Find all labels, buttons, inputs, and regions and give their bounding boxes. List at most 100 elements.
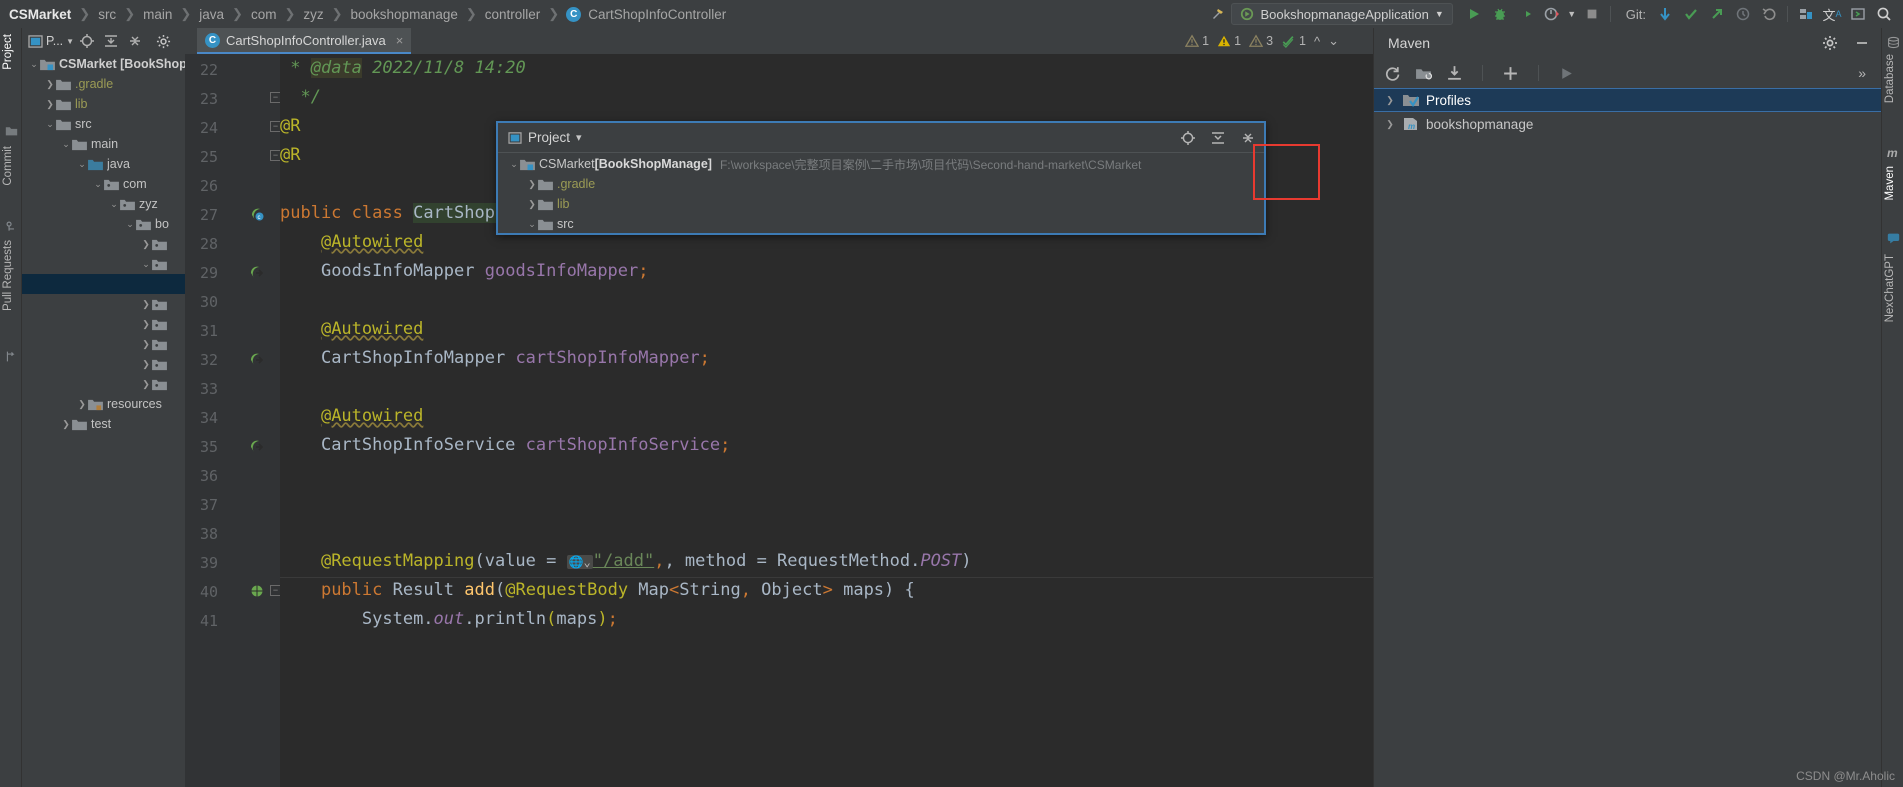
history-icon[interactable] bbox=[1730, 1, 1756, 27]
chevron-right-icon[interactable]: ❯ bbox=[140, 319, 152, 330]
download-sources-icon[interactable] bbox=[1446, 65, 1463, 82]
gear-icon[interactable] bbox=[152, 30, 174, 52]
web-method-icon[interactable] bbox=[249, 583, 265, 599]
breadcrumb-item-controller[interactable]: controller bbox=[484, 7, 542, 22]
breadcrumb-item-java[interactable]: java bbox=[198, 7, 225, 22]
popup-tree-row[interactable]: ❯ lib bbox=[498, 194, 1264, 214]
strip-label-pull-requests[interactable]: Pull Requests bbox=[2, 240, 14, 311]
popup-tree-row[interactable]: ⌄ CSMarket [BookShopManage] F:\workspace\完… bbox=[498, 154, 1264, 174]
code-line[interactable]: */ bbox=[280, 83, 320, 112]
code-line[interactable]: @Autowired bbox=[280, 228, 423, 257]
project-tree-row[interactable]: ⌄ bo bbox=[22, 214, 185, 234]
chevron-right-icon[interactable]: ❯ bbox=[526, 199, 538, 210]
minimize-icon[interactable] bbox=[1854, 35, 1870, 51]
bean-arrow-icon[interactable] bbox=[249, 264, 265, 280]
bean-arrow-icon[interactable] bbox=[249, 351, 265, 367]
code-line[interactable]: @Autowired bbox=[280, 402, 423, 431]
update-project-icon[interactable] bbox=[1652, 1, 1678, 27]
code-line[interactable]: @R bbox=[280, 112, 300, 141]
collapse-all-icon[interactable] bbox=[1210, 130, 1226, 146]
strip-label-commit[interactable]: Commit bbox=[2, 146, 14, 186]
strip-label-maven[interactable]: Maven bbox=[1884, 166, 1896, 201]
code-line[interactable]: public Result add(@RequestBody Map<Strin… bbox=[280, 576, 915, 605]
web-url-icon[interactable]: 🌐⌄ bbox=[566, 555, 593, 569]
more-icon[interactable]: » bbox=[1858, 65, 1866, 81]
chevron-down-icon[interactable]: ⌄ bbox=[508, 159, 520, 170]
chevron-down-icon[interactable]: ⌄ bbox=[92, 179, 104, 190]
maven-tree[interactable]: ❯ Profiles ❯ m bookshopmanage bbox=[1374, 88, 1882, 136]
chevron-right-icon[interactable]: ❯ bbox=[44, 99, 56, 110]
expand-all-icon[interactable] bbox=[100, 30, 122, 52]
code-line[interactable]: GoodsInfoMapper goodsInfoMapper; bbox=[280, 257, 649, 286]
chevron-right-icon[interactable]: ❯ bbox=[140, 239, 152, 250]
commit-icon[interactable] bbox=[1678, 1, 1704, 27]
chevron-down-icon[interactable]: ▾ bbox=[576, 131, 582, 144]
chevron-right-icon[interactable]: ❯ bbox=[44, 79, 56, 90]
project-tree-row[interactable]: ❯ bbox=[22, 314, 185, 334]
project-tree-row[interactable]: ❯ .gradle bbox=[22, 74, 185, 94]
project-tree-row[interactable]: ❯ bbox=[22, 294, 185, 314]
breadcrumb-item-current-class[interactable]: CartShopInfoController bbox=[587, 7, 727, 22]
breadcrumb-item-zyz[interactable]: zyz bbox=[302, 7, 324, 22]
collapse-all-icon[interactable] bbox=[124, 30, 146, 52]
grey-warning-indicator[interactable]: 1 bbox=[1185, 34, 1209, 48]
search-icon[interactable] bbox=[1871, 1, 1897, 27]
profiler-icon[interactable] bbox=[1539, 1, 1565, 27]
chevron-down-icon[interactable]: ▼ bbox=[1435, 9, 1444, 19]
editor-tab-cartshopinfocontroller[interactable]: C CartShopInfoController.java × bbox=[197, 28, 412, 54]
project-tree-row[interactable]: ❯ bbox=[22, 354, 185, 374]
chevron-down-icon[interactable]: ⌄ bbox=[526, 219, 538, 230]
reload-icon[interactable] bbox=[1384, 65, 1401, 82]
project-view-selector[interactable]: P... ▼ bbox=[28, 30, 74, 52]
chevron-down-icon[interactable]: ⌄ bbox=[108, 199, 120, 210]
chevron-down-icon[interactable]: ⌄ bbox=[140, 259, 152, 270]
breadcrumb-item-bookshopmanage[interactable]: bookshopmanage bbox=[350, 7, 459, 22]
chevron-down-icon[interactable]: ⌄ bbox=[124, 219, 136, 230]
project-tree-row[interactable]: ❯ bbox=[22, 334, 185, 354]
previous-problem-icon[interactable]: ^ bbox=[1314, 34, 1320, 49]
translate-icon[interactable]: 文A bbox=[1819, 1, 1845, 27]
terminal-icon[interactable] bbox=[1845, 1, 1871, 27]
project-tree-row[interactable] bbox=[22, 274, 185, 294]
chevron-right-icon[interactable]: ❯ bbox=[140, 379, 152, 390]
project-tree-row[interactable]: ❯ bbox=[22, 374, 185, 394]
add-maven-project-icon[interactable] bbox=[1415, 65, 1432, 82]
project-tree-row[interactable]: ❯ lib bbox=[22, 94, 185, 114]
weak-warning-indicator[interactable]: 3 bbox=[1249, 34, 1273, 48]
chevron-down-icon[interactable]: ⌄ bbox=[28, 59, 40, 70]
project-tree-row[interactable]: ❯ resources bbox=[22, 394, 185, 414]
strip-label-nexchatgpt[interactable]: NexChatGPT bbox=[1884, 254, 1896, 322]
breadcrumb-item-src[interactable]: src bbox=[97, 7, 117, 22]
project-tree-row[interactable]: ⌄ src bbox=[22, 114, 185, 134]
project-tree[interactable]: ⌄ CSMarket [BookShop ❯ .gradle ❯ lib ⌄ src ⌄ main… bbox=[22, 54, 185, 787]
chevron-right-icon[interactable]: ❯ bbox=[1384, 95, 1396, 106]
add-icon[interactable] bbox=[1502, 65, 1519, 82]
code-line[interactable]: @RequestMapping(value = 🌐⌄ "/add",, metho… bbox=[280, 547, 972, 577]
profiler-dropdown-icon[interactable]: ▼ bbox=[1565, 1, 1579, 27]
breadcrumb-item-main[interactable]: main bbox=[142, 7, 173, 22]
debug-icon[interactable] bbox=[1487, 1, 1513, 27]
editor-gutter[interactable]: 22 23−24−25−26 27 c 28 29 30 31 32 33 34 35 36 37 38 39… bbox=[185, 54, 281, 787]
bean-arrow-icon[interactable] bbox=[249, 438, 265, 454]
chevron-down-icon[interactable]: ⌄ bbox=[60, 139, 72, 150]
popup-tree-row[interactable]: ⌄ src bbox=[498, 214, 1264, 234]
chevron-down-icon[interactable]: ▼ bbox=[66, 37, 74, 46]
stop-icon[interactable] bbox=[1579, 1, 1605, 27]
yellow-warning-indicator[interactable]: 1 bbox=[1217, 34, 1241, 48]
chevron-down-icon[interactable]: ⌄ bbox=[76, 159, 88, 170]
project-tree-row[interactable]: ⌄ com bbox=[22, 174, 185, 194]
code-line[interactable]: System.out.println(maps); bbox=[280, 605, 618, 634]
locate-file-icon[interactable] bbox=[76, 30, 98, 52]
code-line[interactable]: @Autowired bbox=[280, 315, 423, 344]
strip-label-database[interactable]: Database bbox=[1884, 54, 1896, 103]
typo-indicator[interactable]: 1 bbox=[1281, 34, 1306, 48]
chevron-right-icon[interactable]: ❯ bbox=[60, 419, 72, 430]
project-tree-row[interactable]: ⌄ java bbox=[22, 154, 185, 174]
target-icon[interactable] bbox=[1180, 130, 1196, 146]
maven-tree-row[interactable]: ❯ m bookshopmanage bbox=[1374, 112, 1882, 136]
code-line[interactable]: @R bbox=[280, 141, 300, 170]
maven-tree-row[interactable]: ❯ Profiles bbox=[1374, 88, 1882, 112]
run-icon[interactable] bbox=[1558, 65, 1575, 82]
hammer-icon[interactable] bbox=[1205, 1, 1231, 27]
chevron-right-icon[interactable]: ❯ bbox=[140, 359, 152, 370]
